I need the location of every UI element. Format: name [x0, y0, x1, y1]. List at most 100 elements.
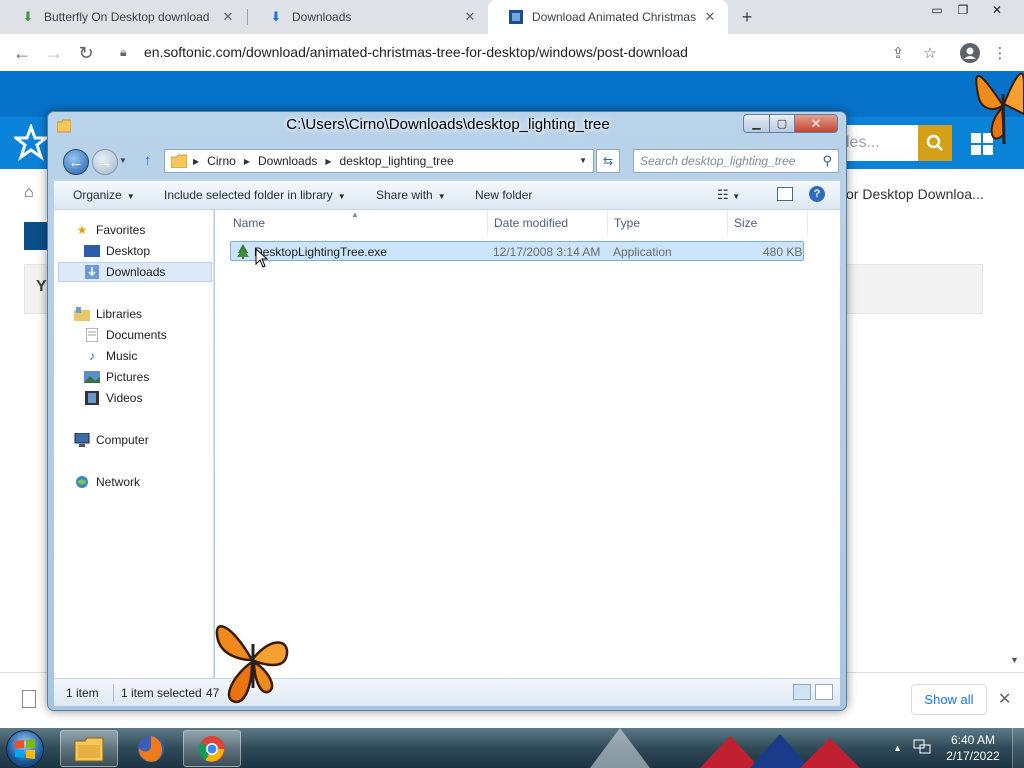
details-view-icon[interactable] [793, 684, 811, 700]
tab-downloads[interactable]: ⬇ Downloads ✕ [248, 0, 488, 34]
refresh-icon[interactable]: ⇆ [596, 149, 620, 173]
share-icon[interactable]: ⇪ [886, 42, 910, 64]
column-divider[interactable] [727, 210, 728, 236]
nav-computer[interactable]: Computer [74, 430, 149, 450]
organize-button[interactable]: Organize ▼ [73, 188, 135, 202]
close-shelf-icon[interactable]: ✕ [998, 689, 1011, 709]
nav-libraries[interactable]: Libraries [74, 304, 142, 324]
downloads-folder-icon [84, 265, 100, 279]
up-arrow-icon[interactable]: ↑ [144, 152, 152, 169]
softonic-logo-icon[interactable] [11, 122, 51, 164]
butterfly-icon [975, 72, 1024, 145]
page-search-input[interactable]: les... [840, 125, 918, 161]
page-breadcrumb[interactable]: or Desktop Downloa... [846, 186, 984, 202]
music-icon: ♪ [89, 349, 95, 363]
change-view-icon[interactable]: ☷ ▼ [717, 187, 740, 203]
show-all-button[interactable]: Show all [911, 684, 987, 715]
clock[interactable]: 6:40 AM 2/17/2022 [938, 732, 1008, 764]
command-bar: Organize ▼ Include selected folder in lib… [54, 180, 840, 210]
scroll-down-icon[interactable]: ▼ [1010, 655, 1019, 665]
nav-documents[interactable]: Documents [84, 325, 167, 345]
tab-butterfly[interactable]: ⬇ Butterfly On Desktop download , ✕ [0, 0, 246, 34]
taskbar-firefox[interactable] [122, 730, 180, 767]
reload-icon[interactable]: ↻ [72, 39, 100, 67]
nav-favorites[interactable]: ★ Favorites [74, 220, 146, 240]
help-icon[interactable]: ? [809, 186, 825, 202]
column-divider[interactable] [807, 210, 808, 236]
back-arrow-icon[interactable]: ← [8, 39, 36, 67]
nav-network[interactable]: Network [74, 472, 140, 492]
search-input[interactable]: Search desktop_lighting_tree ⚲ [633, 149, 839, 173]
history-dropdown-icon[interactable]: ▼ [119, 156, 127, 165]
start-button[interactable] [6, 730, 44, 768]
show-desktop-button[interactable] [1012, 728, 1024, 768]
chevron-right-icon[interactable]: ▶ [193, 157, 199, 166]
nav-videos[interactable]: Videos [84, 388, 142, 408]
home-icon[interactable]: ⌂ [24, 184, 34, 202]
address-bar[interactable]: 🔒︎ en.softonic.com/download/animated-chr… [110, 37, 950, 67]
crumb-cirno[interactable]: Cirno [207, 154, 236, 168]
close-tab-icon[interactable]: ✕ [220, 9, 236, 25]
new-tab-button[interactable]: + [734, 5, 760, 29]
file-row-desktoplightingtree[interactable]: DesktopLightingTree.exe 12/17/2008 3:14 … [230, 241, 804, 261]
column-name[interactable]: Name [233, 216, 265, 230]
column-divider[interactable] [487, 210, 488, 236]
column-divider[interactable] [607, 210, 608, 236]
tab-softonic[interactable]: Download Animated Christmas T ✕ [488, 0, 728, 34]
search-icon[interactable]: ⚲ [822, 153, 832, 169]
tab-strip: ⬇ Butterfly On Desktop download , ✕ ⬇ Do… [0, 0, 1024, 34]
show-hidden-icons-icon[interactable]: ▲ [893, 743, 902, 753]
maximize-icon[interactable]: ▢ [769, 114, 795, 133]
chevron-down-icon[interactable]: ▼ [579, 156, 587, 165]
large-icons-view-icon[interactable] [815, 684, 833, 700]
preview-pane-icon[interactable] [777, 187, 793, 201]
close-tab-icon[interactable]: ✕ [462, 9, 478, 25]
crumb-desktop-lighting-tree[interactable]: desktop_lighting_tree [340, 154, 454, 168]
back-icon[interactable]: ← [63, 149, 89, 175]
forward-arrow-icon[interactable]: → [40, 39, 68, 67]
videos-icon [84, 391, 100, 405]
forward-icon[interactable]: → [92, 149, 118, 175]
chevron-right-icon[interactable]: ▶ [244, 157, 250, 166]
page-search-icon[interactable] [918, 125, 952, 161]
crumb-downloads[interactable]: Downloads [258, 154, 317, 168]
include-in-library-button[interactable]: Include selected folder in library ▼ [164, 188, 346, 202]
clock-date: 2/17/2022 [946, 749, 1000, 763]
close-window-icon[interactable]: ✕ [982, 0, 1012, 20]
file-size: 480 KB [763, 245, 803, 259]
nav-music[interactable]: ♪ Music [84, 346, 137, 366]
softonic-icon [508, 9, 524, 25]
network-tray-icon[interactable] [913, 739, 931, 755]
taskbar-explorer[interactable] [60, 730, 118, 767]
column-size[interactable]: Size [734, 216, 757, 230]
taskbar-chrome[interactable] [183, 730, 241, 767]
file-date: 12/17/2008 3:14 AM [493, 245, 601, 259]
minimize-icon[interactable]: ▁ [743, 114, 770, 133]
file-icon[interactable] [22, 690, 36, 708]
nav-desktop[interactable]: Desktop [84, 241, 150, 261]
nav-pictures[interactable]: Pictures [84, 367, 149, 387]
network-icon [74, 475, 90, 489]
restore-icon[interactable]: ❐ [948, 0, 978, 20]
folder-icon [74, 737, 104, 761]
nav-downloads[interactable]: Downloads [58, 262, 212, 282]
column-type[interactable]: Type [614, 216, 640, 230]
address-breadcrumb[interactable]: ▶ Cirno ▶ Downloads ▶ desktop_lighting_t… [164, 149, 594, 173]
share-with-button[interactable]: Share with ▼ [376, 188, 446, 202]
search-placeholder: Search desktop_lighting_tree [640, 154, 796, 168]
christmas-tree-icon [237, 244, 249, 259]
item-count: 1 item [66, 686, 99, 700]
sort-ascending-icon: ▲ [351, 210, 359, 219]
explorer-title: C:\Users\Cirno\Downloads\desktop_lightin… [286, 116, 610, 133]
explorer-window: C:\Users\Cirno\Downloads\desktop_lightin… [47, 111, 847, 711]
navigation-pane: ★ Favorites Desktop Downloads Libraries D… [54, 210, 214, 678]
pictures-icon [84, 370, 100, 384]
bookmark-star-icon[interactable]: ☆ [918, 42, 942, 64]
status-divider [113, 684, 114, 702]
chevron-right-icon[interactable]: ▶ [325, 157, 331, 166]
new-folder-button[interactable]: New folder [475, 188, 532, 202]
close-icon[interactable]: ✕ [794, 114, 838, 133]
column-date-modified[interactable]: Date modified [494, 216, 568, 230]
tab-label: Butterfly On Desktop download , [44, 10, 214, 24]
close-tab-icon[interactable]: ✕ [702, 9, 718, 25]
